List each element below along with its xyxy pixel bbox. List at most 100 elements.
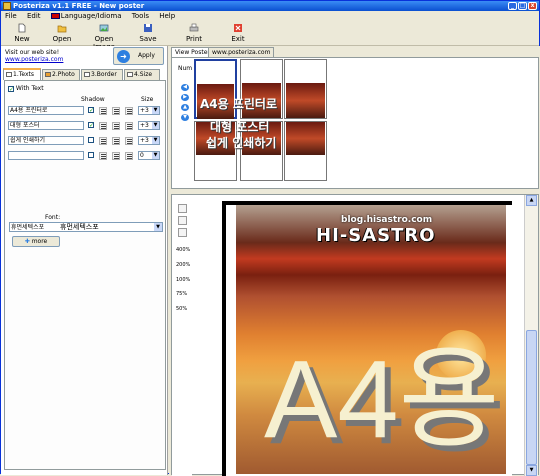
- preview-area: 400% 200% 100% 75% 50% blog.hisastro.com…: [171, 194, 539, 476]
- size-value-3: +3: [140, 137, 149, 144]
- with-text-checkbox[interactable]: ✓ With Text: [8, 85, 44, 92]
- arrow-left-icon[interactable]: ◀: [181, 84, 189, 91]
- zoom-75[interactable]: 75%: [176, 291, 187, 297]
- arrow-right-icon: ➜: [117, 50, 130, 63]
- fit-icon[interactable]: [178, 216, 187, 225]
- shadow-checkbox-2[interactable]: ✓: [88, 122, 94, 129]
- font-preview: 휴먼세텍스포: [60, 223, 99, 231]
- shadow-checkbox-1[interactable]: ✓: [88, 107, 94, 114]
- left-panel: Visit our web site! www.posteriza.com ➜ …: [1, 46, 168, 475]
- photo-icon: [45, 72, 51, 77]
- close-button[interactable]: x: [528, 2, 537, 10]
- open-image-button[interactable]: Open Image: [83, 23, 125, 51]
- tab-photo[interactable]: 2.Photo: [42, 69, 80, 80]
- size-icon: [127, 72, 133, 77]
- menu-tools[interactable]: Tools: [128, 11, 153, 21]
- text-input-2[interactable]: 대형 포스터: [8, 121, 84, 130]
- exit-icon: [234, 24, 242, 32]
- border-icon: [84, 72, 90, 77]
- align-center-icon[interactable]: [112, 152, 120, 160]
- tab-size[interactable]: 4.Size: [124, 69, 160, 80]
- thumb-photo: [286, 122, 325, 155]
- size-select-4[interactable]: 0 ▼: [138, 151, 160, 160]
- align-center-icon[interactable]: [112, 122, 120, 130]
- text-input-4[interactable]: [8, 151, 84, 160]
- align-left-icon[interactable]: [99, 107, 107, 115]
- vertical-scrollbar[interactable]: ▲ ▼: [524, 195, 538, 476]
- font-select[interactable]: 휴먼세텍스포 휴먼세텍스포 ▼: [9, 222, 163, 232]
- print-label: Print: [185, 35, 203, 43]
- tab-website[interactable]: www.posteriza.com: [208, 47, 275, 57]
- chevron-down-icon: ▼: [152, 137, 159, 144]
- zoom-50[interactable]: 50%: [176, 306, 187, 312]
- toolbar: New Open Open Image Save Print Exit: [1, 22, 539, 51]
- floppy-disk-icon: [144, 24, 152, 32]
- align-left-icon[interactable]: [99, 152, 107, 160]
- align-left-icon[interactable]: [99, 122, 107, 130]
- zoom-100[interactable]: 100%: [176, 277, 190, 283]
- with-text-check[interactable]: ✓: [8, 85, 14, 92]
- text-row-3: 쉽게 인쇄하기 +3 ▼: [8, 136, 166, 146]
- print-button[interactable]: Print: [181, 23, 207, 45]
- save-button[interactable]: Save: [135, 23, 161, 45]
- poster-page: blog.hisastro.com HI-SASTRO A4용: [222, 201, 512, 476]
- exit-button[interactable]: Exit: [225, 23, 251, 45]
- tab-texts-label: 1.Texts: [13, 71, 34, 78]
- menu-file[interactable]: File: [1, 11, 21, 21]
- minimize-button[interactable]: _: [508, 2, 517, 10]
- thumbnail-tile[interactable]: [284, 121, 327, 181]
- menu-help[interactable]: Help: [155, 11, 179, 21]
- tab-border[interactable]: 3.Border: [81, 69, 123, 80]
- open-button[interactable]: Open: [47, 23, 77, 45]
- chevron-down-icon: ▼: [152, 107, 159, 114]
- arrow-up-icon[interactable]: ▲: [181, 104, 189, 111]
- tab-photo-label: 2.Photo: [52, 71, 75, 78]
- thumbnail-area: Num ◀ ▶ ▲ ▼ A4용 프린터로 대형 포스터 쉽게 인쇄하기: [171, 57, 539, 189]
- more-button[interactable]: ✚ more: [12, 236, 60, 247]
- poster-big-text: A4용: [264, 338, 500, 461]
- tab-border-label: 3.Border: [91, 71, 117, 78]
- size-select-3[interactable]: +3 ▼: [138, 136, 160, 145]
- save-label: Save: [139, 35, 157, 43]
- apply-button[interactable]: ➜ Apply: [113, 47, 164, 65]
- zoom-200[interactable]: 200%: [176, 262, 190, 268]
- align-right-icon[interactable]: [125, 107, 133, 115]
- text-input-1[interactable]: A4용 프린터로: [8, 106, 84, 115]
- text-input-3[interactable]: 쉽게 인쇄하기: [8, 136, 84, 145]
- shadow-checkbox-4[interactable]: [88, 152, 94, 158]
- shadow-checkbox-3[interactable]: [88, 137, 94, 143]
- menu-edit[interactable]: Edit: [23, 11, 45, 21]
- new-file-icon: [18, 23, 26, 33]
- arrow-down-icon[interactable]: ▼: [181, 114, 189, 121]
- align-center-icon[interactable]: [112, 107, 120, 115]
- right-panel: View Poster www.posteriza.com Num ◀ ▶ ▲ …: [169, 46, 540, 476]
- align-right-icon[interactable]: [125, 137, 133, 145]
- visit-link[interactable]: www.posteriza.com: [5, 56, 63, 63]
- align-left-icon[interactable]: [99, 137, 107, 145]
- text-row-2: 대형 포스터 ✓ +3 ▼: [8, 121, 166, 131]
- with-text-label: With Text: [15, 85, 44, 92]
- text-icon: [6, 72, 12, 77]
- tab-texts[interactable]: 1.Texts: [3, 68, 41, 80]
- align-right-icon[interactable]: [125, 122, 133, 130]
- size-select-1[interactable]: +3 ▼: [138, 106, 160, 115]
- tab-size-label: 4.Size: [134, 71, 153, 78]
- size-select-2[interactable]: +3 ▼: [138, 121, 160, 130]
- page-icon[interactable]: [178, 204, 187, 213]
- apply-label: Apply: [138, 52, 155, 59]
- window-title: Posteriza v1.1 FREE - New poster: [13, 2, 145, 10]
- arrow-right-icon[interactable]: ▶: [181, 94, 189, 101]
- chevron-down-icon: ▼: [152, 152, 159, 159]
- zoom-400[interactable]: 400%: [176, 247, 190, 253]
- scroll-down-icon[interactable]: ▼: [526, 465, 537, 476]
- new-button[interactable]: New: [7, 23, 37, 45]
- scrollbar-thumb[interactable]: [526, 330, 537, 465]
- align-right-icon[interactable]: [125, 152, 133, 160]
- scroll-up-icon[interactable]: ▲: [526, 195, 537, 206]
- maximize-button[interactable]: □: [518, 2, 527, 10]
- menu-language[interactable]: Language/Idioma: [47, 11, 126, 21]
- zoom-icon[interactable]: [178, 228, 187, 237]
- texts-panel: ✓ With Text Shadow Size A4용 프린터로 ✓ +3 ▼ 대…: [4, 80, 166, 470]
- align-center-icon[interactable]: [112, 137, 120, 145]
- thumbnail-tile[interactable]: [284, 59, 327, 119]
